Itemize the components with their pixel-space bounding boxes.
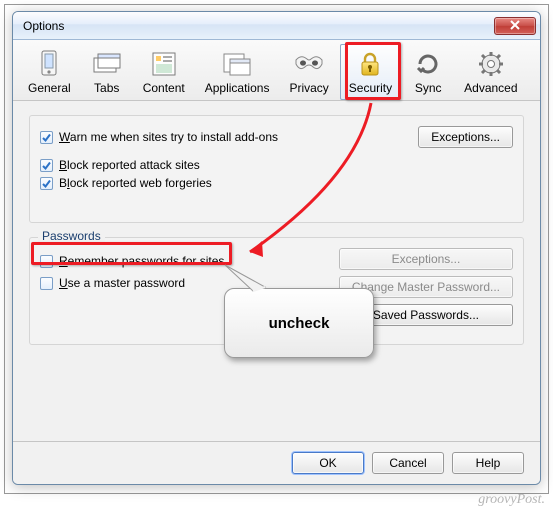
- checkbox-block-forgeries[interactable]: [40, 177, 53, 190]
- help-button[interactable]: Help: [452, 452, 524, 474]
- lock-icon: [354, 49, 386, 79]
- tab-content[interactable]: Content: [134, 44, 194, 100]
- passwords-title: Passwords: [38, 229, 105, 243]
- close-button[interactable]: [494, 17, 536, 35]
- checkbox-master-password[interactable]: [40, 277, 53, 290]
- gear-icon: [475, 49, 507, 79]
- tab-label: Advanced: [464, 81, 517, 95]
- close-icon: [510, 19, 520, 33]
- checkbox-warn-addons[interactable]: [40, 131, 53, 144]
- tab-label: Sync: [415, 81, 442, 95]
- label-block-forgeries: Block reported web forgeries: [59, 176, 212, 190]
- panel-security: Exceptions... Warn me when sites try to …: [13, 101, 540, 441]
- category-toolbar: General Tabs Content Applications: [13, 40, 540, 101]
- watermark: groovyPost.: [478, 492, 545, 508]
- saved-passwords-button[interactable]: Saved Passwords...: [339, 304, 513, 326]
- row-block-forgeries: Block reported web forgeries: [40, 176, 513, 190]
- passwords-exceptions-button[interactable]: Exceptions...: [339, 248, 513, 270]
- row-block-attack: Block reported attack sites: [40, 158, 513, 172]
- window-title: Options: [23, 19, 64, 33]
- checkbox-block-attack[interactable]: [40, 159, 53, 172]
- label-warn-addons: Warn me when sites try to install add-on…: [59, 130, 278, 144]
- tab-label: Tabs: [94, 81, 119, 95]
- passwords-group: Passwords Exceptions... Change Master Pa…: [29, 237, 524, 345]
- checkbox-remember-passwords[interactable]: [40, 255, 53, 268]
- dialog-footer: OK Cancel Help: [13, 441, 540, 484]
- tab-tabs[interactable]: Tabs: [82, 44, 132, 100]
- tab-general[interactable]: General: [19, 44, 80, 100]
- label-master-password: Use a master password: [59, 276, 185, 290]
- applications-icon: [221, 49, 253, 79]
- tab-label: General: [28, 81, 71, 95]
- tab-label: Privacy: [289, 81, 328, 95]
- tab-label: Security: [349, 81, 392, 95]
- tab-advanced[interactable]: Advanced: [455, 44, 526, 100]
- titlebar: Options: [13, 12, 540, 40]
- privacy-icon: [293, 49, 325, 79]
- ok-button[interactable]: OK: [292, 452, 364, 474]
- tab-privacy[interactable]: Privacy: [280, 44, 337, 100]
- tab-label: Content: [143, 81, 185, 95]
- addons-exceptions-button[interactable]: Exceptions...: [418, 126, 513, 148]
- sync-icon: [412, 49, 444, 79]
- tab-sync[interactable]: Sync: [403, 44, 453, 100]
- tab-label: Applications: [205, 81, 270, 95]
- general-icon: [33, 49, 65, 79]
- tabs-icon: [91, 49, 123, 79]
- label-block-attack: Block reported attack sites: [59, 158, 200, 172]
- tab-security[interactable]: Security: [340, 44, 401, 100]
- label-remember-passwords: Remember passwords for sites: [59, 254, 224, 268]
- options-dialog: Options General Tabs Content: [12, 11, 541, 485]
- tab-applications[interactable]: Applications: [196, 44, 279, 100]
- addons-group: Exceptions... Warn me when sites try to …: [29, 115, 524, 223]
- content-icon: [148, 49, 180, 79]
- change-master-password-button[interactable]: Change Master Password...: [339, 276, 513, 298]
- cancel-button[interactable]: Cancel: [372, 452, 444, 474]
